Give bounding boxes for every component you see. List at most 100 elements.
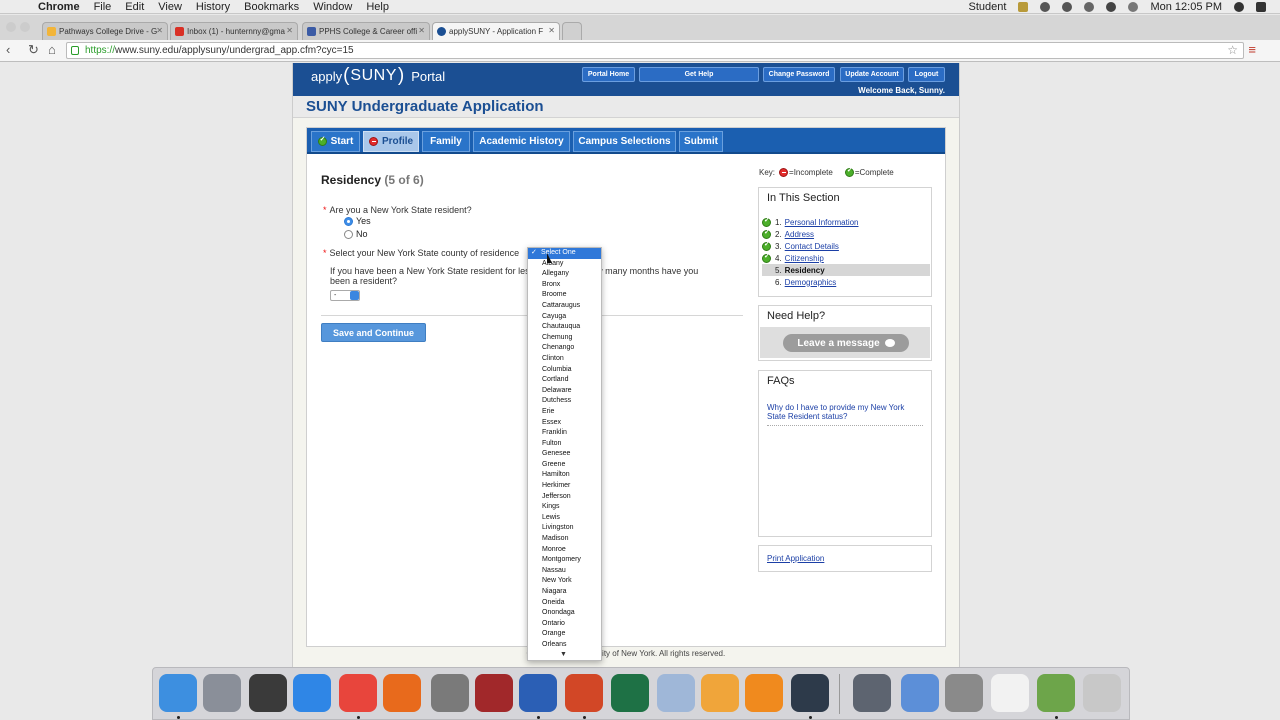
county-option[interactable]: Livingston (528, 523, 601, 534)
dock-iwork-icon[interactable] (853, 674, 891, 712)
dock-trash-icon[interactable] (1083, 674, 1121, 712)
home-icon[interactable]: ⌂ (48, 42, 56, 57)
section-item-citizenship[interactable]: 4. Citizenship (762, 252, 930, 264)
window-minimize-button[interactable] (20, 22, 30, 32)
item-link[interactable]: Contact Details (785, 242, 839, 251)
menubar-clock[interactable]: Mon 12:05 PM (1150, 1, 1222, 13)
bookmark-star-icon[interactable]: ☆ (1227, 43, 1238, 57)
county-option[interactable]: Orleans (528, 640, 601, 651)
scroll-down-arrow-icon[interactable]: ▼ (560, 651, 567, 658)
county-option[interactable]: Hamilton (528, 470, 601, 481)
window-close-button[interactable] (6, 22, 16, 32)
dock-mission-control-icon[interactable] (249, 674, 287, 712)
time-machine-icon[interactable] (1040, 2, 1051, 12)
dock-chrome-icon[interactable] (339, 674, 377, 712)
county-option[interactable]: Clinton (528, 354, 601, 365)
tab-family[interactable]: Family (422, 131, 470, 152)
save-and-continue-button[interactable]: Save and Continue (321, 323, 426, 342)
dock-ibooks-icon[interactable] (745, 674, 783, 712)
spotlight-icon[interactable] (1234, 2, 1244, 12)
county-option[interactable]: Erie (528, 407, 601, 418)
county-option[interactable]: Onondaga (528, 608, 601, 619)
months-select[interactable]: - (330, 290, 360, 301)
dock-photos-icon[interactable] (701, 674, 739, 712)
dock-document-icon[interactable] (991, 674, 1029, 712)
tab-submit[interactable]: Submit (679, 131, 723, 152)
resident-no-option[interactable]: No (344, 229, 368, 239)
county-option[interactable]: Oneida (528, 598, 601, 609)
county-option[interactable]: Nassau (528, 566, 601, 577)
county-option[interactable]: Fulton (528, 439, 601, 450)
close-icon[interactable]: ✕ (548, 26, 555, 35)
radio-no[interactable] (344, 229, 353, 239)
menu-file[interactable]: File (94, 1, 112, 13)
section-item-personal-information[interactable]: 1. Personal Information (762, 216, 930, 228)
dock-firefox-icon[interactable] (383, 674, 421, 712)
county-dropdown-list[interactable]: Select One AlbanyAlleganyBronxBroomeCatt… (527, 247, 602, 661)
get-help-button[interactable]: Get Help (639, 67, 759, 82)
bluetooth-icon[interactable] (1084, 2, 1095, 12)
menu-edit[interactable]: Edit (125, 1, 144, 13)
county-option[interactable]: Cattaraugus (528, 301, 601, 312)
back-arrow-icon[interactable]: ‹ (6, 42, 10, 57)
county-option[interactable]: Monroe (528, 545, 601, 556)
county-option[interactable]: Cortland (528, 375, 601, 386)
menu-bookmarks[interactable]: Bookmarks (244, 1, 299, 13)
county-option[interactable]: Broome (528, 290, 601, 301)
menu-app-name[interactable]: Chrome (38, 1, 80, 13)
dock-quicktime-icon[interactable] (791, 674, 829, 712)
dock-excel-icon[interactable] (611, 674, 649, 712)
print-application-link[interactable]: Print Application (767, 554, 824, 563)
county-option[interactable]: Madison (528, 534, 601, 545)
notes-icon[interactable] (1018, 2, 1029, 12)
county-option[interactable]: Greene (528, 460, 601, 471)
new-tab-button[interactable] (562, 22, 582, 40)
section-item-demographics[interactable]: 6. Demographics (762, 276, 930, 288)
reload-icon[interactable]: ↻ (28, 42, 39, 58)
county-option[interactable]: Genesee (528, 449, 601, 460)
chrome-menu-icon[interactable]: ≡ (1248, 42, 1256, 57)
county-option[interactable]: New York (528, 576, 601, 587)
leave-a-message-button[interactable]: Leave a message (783, 334, 909, 352)
browser-tab-applysuny[interactable]: applySUNY - Application F ✕ (432, 22, 560, 40)
dock-ilife-icon[interactable] (901, 674, 939, 712)
county-option[interactable]: Herkimer (528, 481, 601, 492)
county-option[interactable]: Orange (528, 629, 601, 640)
county-option[interactable]: Delaware (528, 386, 601, 397)
applysuny-logo[interactable]: apply ( SUNY ) Portal (311, 65, 445, 87)
county-option[interactable]: Cayuga (528, 312, 601, 323)
portal-home-button[interactable]: Portal Home (582, 67, 635, 82)
browser-tab-pphs[interactable]: PPHS College & Career offi ✕ (302, 22, 430, 40)
county-option[interactable]: Chemung (528, 333, 601, 344)
county-option[interactable]: Essex (528, 418, 601, 429)
county-option[interactable]: Jefferson (528, 492, 601, 503)
county-option[interactable]: Ontario (528, 619, 601, 630)
tab-campus-selections[interactable]: Campus Selections (573, 131, 676, 152)
dock-powerpoint-icon[interactable] (565, 674, 603, 712)
close-icon[interactable]: ✕ (286, 26, 293, 35)
dock-dictionary-icon[interactable] (475, 674, 513, 712)
menu-view[interactable]: View (158, 1, 182, 13)
dock-safari-icon[interactable] (293, 674, 331, 712)
tab-academic-history[interactable]: Academic History (473, 131, 570, 152)
close-icon[interactable]: ✕ (418, 26, 425, 35)
change-password-button[interactable]: Change Password (763, 67, 835, 82)
dock-folder-stack-icon[interactable] (945, 674, 983, 712)
county-option[interactable]: Albany (528, 259, 601, 270)
volume-icon[interactable] (1128, 2, 1139, 12)
item-link[interactable]: Address (785, 230, 814, 239)
menubar-user[interactable]: Student (969, 1, 1007, 13)
menu-help[interactable]: Help (366, 1, 389, 13)
dock-finder-icon[interactable] (159, 674, 197, 712)
resident-yes-option[interactable]: Yes (344, 216, 371, 226)
tab-profile[interactable]: Profile (363, 131, 419, 152)
browser-tab-inbox[interactable]: Inbox (1) - hunternny@gma ✕ (170, 22, 298, 40)
menu-window[interactable]: Window (313, 1, 352, 13)
item-link[interactable]: Personal Information (785, 218, 859, 227)
tab-start[interactable]: Start (311, 131, 360, 152)
dock-downloads-icon[interactable] (1037, 674, 1075, 712)
county-option[interactable]: Kings (528, 502, 601, 513)
county-option[interactable]: Niagara (528, 587, 601, 598)
county-option[interactable]: Columbia (528, 365, 601, 376)
dock-preview-icon[interactable] (657, 674, 695, 712)
